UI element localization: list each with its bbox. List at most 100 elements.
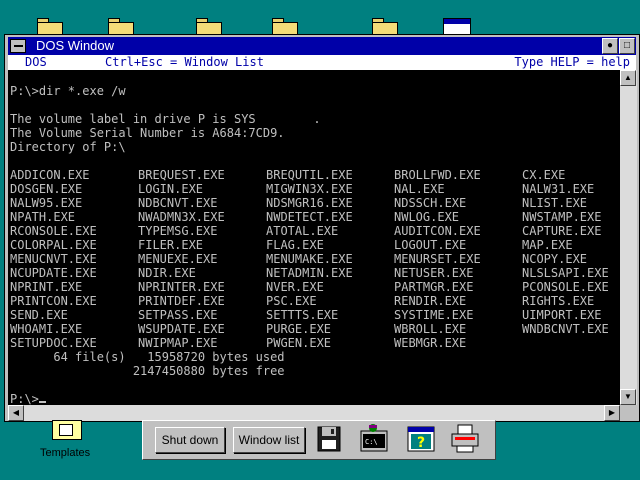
text-cursor [38, 392, 46, 403]
vertical-scrollbar[interactable]: ▲ ▼ [620, 70, 637, 405]
file-name: NVER.EXE [266, 280, 324, 294]
templates-label[interactable]: Templates [40, 447, 90, 459]
window-list-button[interactable]: Window list [233, 427, 305, 453]
file-name: NPRINTER.EXE [138, 280, 225, 294]
file-name: NDBCNVT.EXE [138, 196, 218, 210]
file-name: WBROLL.EXE [394, 322, 467, 336]
console-output[interactable]: P:\>dir *.exe /w The volume label in dri… [8, 70, 620, 405]
file-row: NALW95.EXE NDBCNVT.EXE NDSMGR16.EXE NDSSCH.… [10, 196, 620, 210]
file-name: PRINTCON.EXE [10, 294, 97, 308]
maximize-button[interactable]: □ [619, 38, 635, 54]
file-name: MENURSET.EXE [394, 252, 481, 266]
resize-box[interactable] [620, 405, 637, 421]
file-name: WSUPDATE.EXE [138, 322, 225, 336]
floppy-disk-icon[interactable] [313, 423, 345, 455]
file-list: ADDICON.EXE BREQUEST.EXE BREQUTIL.EXE BROLL… [10, 168, 620, 350]
file-name: RIGHTS.EXE [522, 294, 595, 308]
file-name: MIGWIN3X.EXE [266, 182, 353, 196]
file-name: NETADMIN.EXE [266, 266, 353, 280]
file-name: NALW95.EXE [10, 196, 83, 210]
bytes-free-line: 2147450880 bytes free [10, 364, 285, 378]
file-name: NDIR.EXE [138, 266, 196, 280]
os2-window-icon[interactable]: C:\ [359, 423, 391, 455]
file-name: SYSTIME.EXE [394, 308, 474, 322]
window-title: DOS Window [36, 38, 115, 53]
file-name: SETPASS.EXE [138, 308, 218, 322]
file-name: ATOTAL.EXE [266, 224, 339, 238]
system-menu-button[interactable] [10, 39, 26, 53]
file-name: SETUPDOC.EXE [10, 336, 97, 350]
file-name: NWSTAMP.EXE [522, 210, 602, 224]
file-name: NALW31.EXE [522, 182, 595, 196]
horizontal-scrollbar[interactable]: ◀ ▶ [8, 405, 620, 421]
file-name: AUDITCON.EXE [394, 224, 481, 238]
directory-line: Directory of P:\ [10, 140, 126, 154]
file-name: RCONSOLE.EXE [10, 224, 97, 238]
serial-number-line: The Volume Serial Number is A684:7CD9. [10, 126, 285, 140]
file-row: NPATH.EXE NWADMN3X.EXE NWDETECT.EXE NWLOG.E… [10, 210, 620, 224]
volume-label-line: The volume label in drive P is SYS . [10, 112, 321, 126]
file-name: LOGOUT.EXE [394, 238, 467, 252]
file-row: NCUPDATE.EXE NDIR.EXE NETADMIN.EXE NETUSER.… [10, 266, 620, 280]
file-row: ADDICON.EXE BREQUEST.EXE BREQUTIL.EXE BROLL… [10, 168, 620, 182]
file-row: MENUCNVT.EXE MENUEXE.EXE MENUMAKE.EXE MENUR… [10, 252, 620, 266]
title-bar[interactable]: DOS Window ● □ [8, 37, 636, 55]
file-row: DOSGEN.EXE LOGIN.EXE MIGWIN3X.EXE NAL.EXE NA… [10, 182, 620, 196]
file-name: PRINTDEF.EXE [138, 294, 225, 308]
scroll-down-arrow-icon[interactable]: ▼ [620, 389, 636, 405]
scroll-right-arrow-icon[interactable]: ▶ [604, 405, 620, 421]
file-name: COLORPAL.EXE [10, 238, 97, 252]
file-name: NWLOG.EXE [394, 210, 460, 224]
scroll-left-arrow-icon[interactable]: ◀ [8, 405, 24, 421]
file-name: NCUPDATE.EXE [10, 266, 97, 280]
help-hint: Type HELP = help [514, 55, 630, 69]
file-row: COLORPAL.EXE FILER.EXE FLAG.EXE LOGOUT.EXE M… [10, 238, 620, 252]
scroll-up-arrow-icon[interactable]: ▲ [620, 70, 636, 86]
file-name: NWDETECT.EXE [266, 210, 353, 224]
file-name: CAPTURE.EXE [522, 224, 602, 238]
file-name: NWADMN3X.EXE [138, 210, 225, 224]
file-row: WHOAMI.EXE WSUPDATE.EXE PURGE.EXE WBROLL.EX… [10, 322, 620, 336]
file-name: WNDBCNVT.EXE [522, 322, 609, 336]
file-name: PCONSOLE.EXE [522, 280, 609, 294]
file-name: NDSMGR16.EXE [266, 196, 353, 210]
file-name: ADDICON.EXE [10, 168, 90, 182]
file-name: NCOPY.EXE [522, 252, 588, 266]
shutdown-button[interactable]: Shut down [155, 427, 225, 453]
file-name: WEBMGR.EXE [394, 336, 467, 350]
printer-icon[interactable] [449, 423, 481, 455]
file-name: PSC.EXE [266, 294, 317, 308]
help-icon[interactable]: ? [405, 423, 437, 455]
file-name: NPRINT.EXE [10, 280, 83, 294]
command-line: P:\>dir *.exe /w [10, 84, 126, 98]
dos-window: DOS Window ● □ DOS Ctrl+Esc = Window Lis… [4, 34, 640, 422]
file-name: NLSLSAPI.EXE [522, 266, 609, 280]
file-name: MENUCNVT.EXE [10, 252, 97, 266]
prompt-line[interactable]: P:\> [10, 392, 620, 405]
file-name: NETUSER.EXE [394, 266, 474, 280]
file-name: BREQUEST.EXE [138, 168, 225, 182]
file-row: NPRINT.EXE NPRINTER.EXE NVER.EXE PARTMGR.EX… [10, 280, 620, 294]
file-name: PURGE.EXE [266, 322, 332, 336]
minimize-button[interactable]: ● [602, 38, 618, 54]
templates-icon[interactable] [52, 420, 82, 440]
file-name: LOGIN.EXE [138, 182, 204, 196]
window-list-hint: Ctrl+Esc = Window List [105, 55, 264, 69]
menu-bar: DOS Ctrl+Esc = Window List Type HELP = h… [8, 55, 636, 70]
svg-text:C:\: C:\ [365, 438, 378, 446]
file-name: TYPEMSG.EXE [138, 224, 218, 238]
file-name: DOSGEN.EXE [10, 182, 83, 196]
launch-panel: Shut down Window list C:\ ? [142, 420, 496, 460]
file-name: NLIST.EXE [522, 196, 588, 210]
file-name: MENUEXE.EXE [138, 252, 218, 266]
menu-dos[interactable]: DOS [25, 55, 47, 70]
file-name: RENDIR.EXE [394, 294, 467, 308]
file-row: PRINTCON.EXE PRINTDEF.EXE PSC.EXE RENDIR.EX… [10, 294, 620, 308]
file-name: NAL.EXE [394, 182, 445, 196]
file-name: UIMPORT.EXE [522, 308, 602, 322]
file-row: SEND.EXE SETPASS.EXE SETTTS.EXE SYSTIME.EXE… [10, 308, 620, 322]
file-name: FILER.EXE [138, 238, 204, 252]
file-name: BREQUTIL.EXE [266, 168, 353, 182]
file-name: NPATH.EXE [10, 210, 76, 224]
file-name: PWGEN.EXE [266, 336, 332, 350]
